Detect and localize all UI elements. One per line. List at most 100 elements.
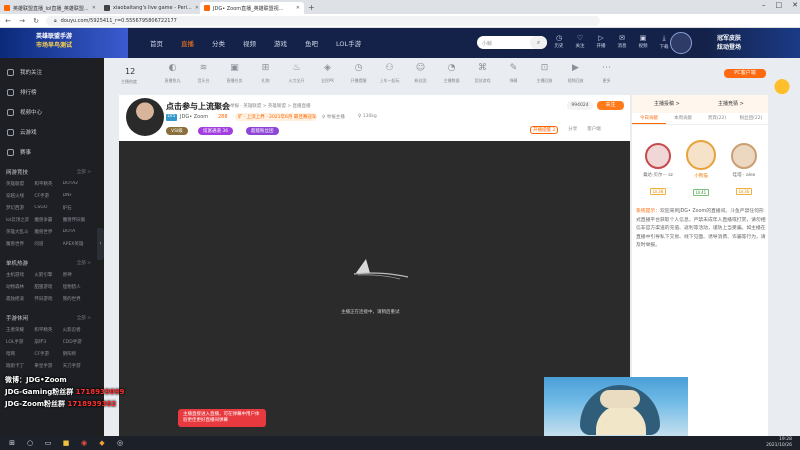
download-button[interactable]: ⤓ 下载 [658, 34, 670, 50]
rank-pill[interactable]: 旷 · 上流上界 · 2021年6月 最佳赛冠军 [235, 113, 317, 121]
group-more-link[interactable]: 全部 > [77, 169, 91, 175]
minimize-icon[interactable]: – [762, 1, 766, 9]
nav-video[interactable]: 视频 [243, 38, 256, 48]
category-link[interactable]: 王者荣耀 [6, 327, 34, 333]
browser-tab[interactable]: 英雄联盟直播_lol直播_英雄联盟... ✕ [0, 2, 100, 14]
function-item[interactable]: ☺ 粉丝团 [408, 63, 433, 84]
share-button[interactable]: 分享 [568, 126, 577, 134]
close-window-icon[interactable]: ✕ [792, 1, 798, 9]
forward-icon[interactable]: → [18, 17, 26, 25]
video-button[interactable]: ▣ 视频 [637, 34, 649, 50]
category-link[interactable]: 梦幻西游 [6, 205, 34, 211]
crown-icon[interactable] [772, 71, 792, 97]
tab-close-icon[interactable]: ✕ [296, 5, 300, 11]
rank-item[interactable]: 桑达·贝尔··· sz LV.38 [640, 143, 676, 197]
category-link[interactable]: DOTA [63, 229, 91, 235]
category-link[interactable]: 火箭引擎 [34, 272, 62, 278]
broadcast-button[interactable]: ▷ 开播 [595, 34, 607, 50]
tab-fans[interactable]: 粉丝团(22) [734, 113, 768, 124]
panel-title[interactable]: 主播投稿 > [654, 100, 680, 107]
search-icon[interactable]: ⌕ [530, 36, 547, 49]
category-link[interactable]: DOTA2 [63, 181, 91, 187]
category-link[interactable]: 魔兽争霸 [34, 217, 62, 223]
category-link[interactable]: 穿越火线 [6, 193, 34, 199]
function-item[interactable]: ♨ 火力全开 [284, 63, 309, 84]
category-link[interactable]: 阴阳师 [63, 351, 91, 357]
tab-vip[interactable]: 贵宾(22) [700, 113, 734, 124]
group-more-link[interactable]: 全部 > [77, 260, 91, 266]
tab-today[interactable]: 今日贡献 [632, 113, 666, 124]
function-item[interactable]: ◷ 开播提醒 [346, 63, 371, 84]
nav-home[interactable]: 首页 [150, 38, 163, 48]
category-link[interactable]: 孤独摇滚 [6, 296, 34, 302]
category-link[interactable]: 和平精英 [34, 181, 62, 187]
report-anchor[interactable]: ♀ 举报主播 [322, 114, 345, 120]
function-item[interactable]: ◈ 全民PK [315, 63, 340, 84]
category-link[interactable]: DNF [63, 193, 91, 199]
function-item[interactable]: ✎ 弹幕 [501, 63, 526, 84]
remind-badge[interactable]: 开播提醒 2 [530, 126, 559, 134]
app-icon[interactable]: ◆ [96, 437, 108, 449]
category-link[interactable]: CF手游 [34, 193, 62, 199]
category-link[interactable]: CDD手游 [63, 339, 91, 345]
category-link[interactable]: 火影忍者 [63, 327, 91, 333]
header-promo-banner[interactable]: 英雄联盟手游 市场早鸟测试 [0, 28, 128, 58]
nav-games[interactable]: 游戏 [274, 38, 287, 48]
category-link[interactable]: 魔兽世界 [34, 229, 62, 235]
room-tag[interactable]: 炫富通道 36 [198, 127, 234, 135]
chrome-icon[interactable]: ◉ [78, 437, 90, 449]
room-categories[interactable]: 举报 · 英雄联盟 > 英雄联盟 > 直播直播 [230, 103, 311, 109]
function-item[interactable]: ◔ 主播数据 [439, 63, 464, 84]
rank-item[interactable]: 小熊猫 LV.41 [683, 140, 719, 198]
sidebar-item-video[interactable]: 视频中心 [0, 102, 97, 122]
function-item[interactable]: ⌘ 竞技游戏 [470, 63, 495, 84]
tab-close-icon[interactable]: ✕ [195, 5, 199, 11]
panel-subtitle[interactable]: 主播竞猜 > [718, 100, 744, 107]
user-avatar[interactable] [670, 32, 692, 54]
sidebar-item-esports[interactable]: 赛事 [0, 142, 97, 162]
nav-lol-mobile[interactable]: LOL手游 [336, 38, 361, 48]
function-item[interactable]: ▶ 视频回放 [563, 63, 588, 84]
follow-button[interactable]: 关注 [597, 101, 624, 110]
category-link[interactable]: 天刀手游 [63, 363, 91, 369]
sidebar-item-rank[interactable]: 排行榜 [0, 82, 97, 102]
nav-fishbar[interactable]: 鱼吧 [305, 38, 318, 48]
category-link[interactable]: 怀旧游戏 [34, 296, 62, 302]
category-link[interactable]: 拳皇手游 [34, 363, 62, 369]
nav-category[interactable]: 分类 [212, 38, 225, 48]
browser-tab[interactable]: xiaobaitang's live game - Peri... ✕ [100, 2, 200, 14]
obs-icon[interactable]: ◎ [114, 437, 126, 449]
follow-button[interactable]: ♡ 关注 [574, 34, 586, 50]
room-tag[interactable]: VSI级 [166, 127, 188, 135]
client-button[interactable]: 客户端 [587, 126, 601, 134]
category-link[interactable]: lol云顶之弈 [6, 217, 34, 223]
windows-start-icon[interactable]: ⊞ [6, 437, 18, 449]
function-item[interactable]: ⊡ 主播回放 [532, 63, 557, 84]
search-taskbar-icon[interactable]: ○ [24, 437, 36, 449]
anchor-avatar[interactable] [126, 98, 164, 136]
sidebar-item-cloud[interactable]: 云游戏 [0, 122, 97, 142]
category-link[interactable]: 怪物猎人 [63, 284, 91, 290]
broadcast-popup[interactable]: 主播直接进入直播，可在弹幕中用户体验更佳更好直播间弹幕 [178, 409, 266, 427]
back-icon[interactable]: ← [4, 17, 12, 25]
tab-close-icon[interactable]: ✕ [92, 5, 96, 11]
category-link[interactable]: 和平精英 [34, 327, 62, 333]
rank-item[interactable]: 哇塔 · alex LV.36 [726, 143, 762, 197]
category-link[interactable]: APEX英雄 [63, 241, 91, 247]
message-button[interactable]: ✉ 消息 [616, 34, 628, 50]
taskview-icon[interactable]: ▭ [42, 437, 54, 449]
function-item[interactable]: ⚇ 上车一起玩 [377, 63, 402, 84]
sidebar-collapse-button[interactable]: ‹ [97, 228, 104, 260]
category-link[interactable]: 我的世界 [63, 296, 91, 302]
category-link[interactable]: 甜蜜游戏 [34, 284, 62, 290]
function-item[interactable]: ≋ 音乐台 [191, 63, 216, 84]
pc-client-button[interactable]: PC客户端 [724, 69, 766, 78]
category-link[interactable]: 英雄大乱斗 [6, 229, 34, 235]
new-tab-icon[interactable]: + [308, 3, 315, 12]
history-button[interactable]: ◷ 历史 [553, 34, 565, 50]
category-link[interactable]: CF手游 [34, 351, 62, 357]
explorer-icon[interactable]: ■ [60, 437, 72, 449]
category-link[interactable]: 动物森林 [6, 284, 34, 290]
function-item[interactable]: ⊞ 礼物 [253, 63, 278, 84]
anchor-name[interactable]: JDG• Zoom [180, 114, 208, 120]
